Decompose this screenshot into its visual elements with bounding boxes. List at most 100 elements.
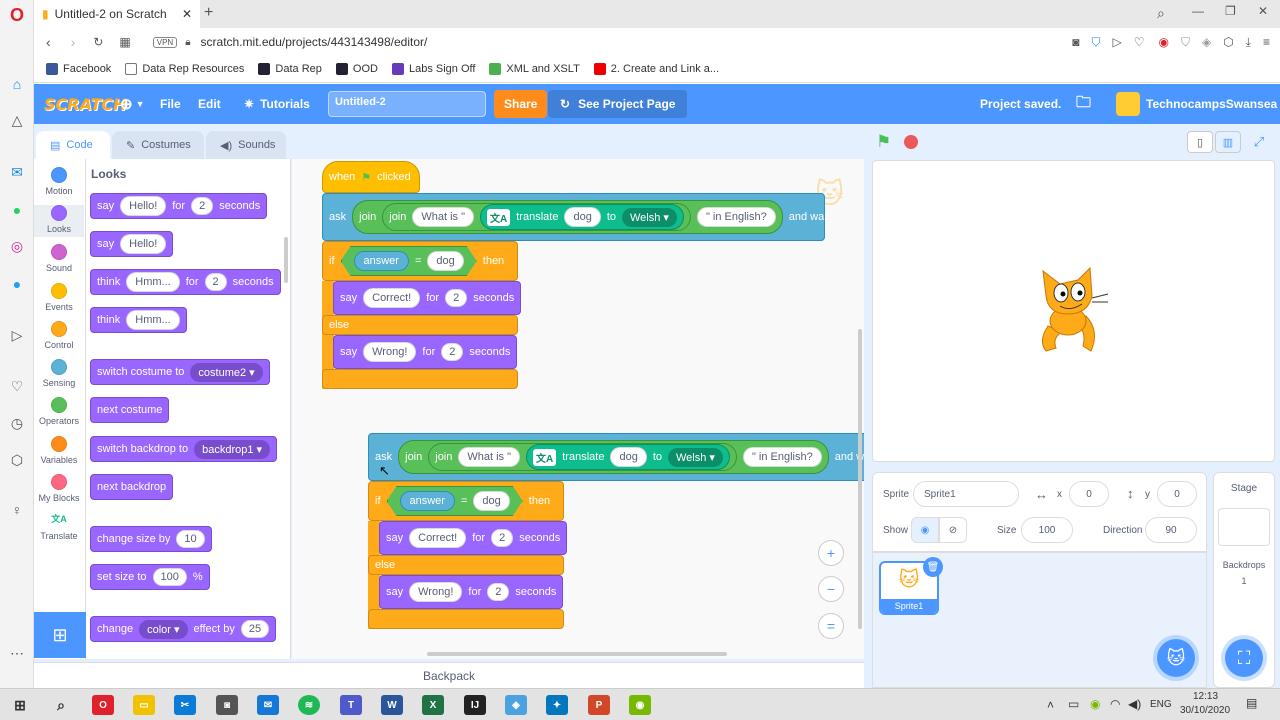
size-change-input[interactable]: 10 xyxy=(176,530,205,548)
box-icon[interactable]: ⬡ xyxy=(1223,35,1233,49)
see-project-button[interactable]: ↻ See Project Page xyxy=(548,90,688,118)
size-input[interactable]: 100 xyxy=(152,568,187,586)
stage-canvas[interactable] xyxy=(872,160,1275,462)
maximize-icon[interactable]: ❐ xyxy=(1225,4,1236,18)
palette-scrollbar[interactable] xyxy=(284,237,288,283)
add-sprite-button[interactable]: 🐱︎ xyxy=(1157,639,1195,677)
heart-icon[interactable]: ♡ xyxy=(1134,35,1145,49)
say-correct-block[interactable]: say Correct! for 2 seconds xyxy=(333,281,522,315)
url-field[interactable]: scratch.mit.edu/projects/443143498/edito… xyxy=(201,35,428,49)
vertical-scrollbar[interactable] xyxy=(858,329,862,629)
join-text-input[interactable]: What is " xyxy=(412,207,475,227)
secs-input[interactable]: 2 xyxy=(191,197,214,215)
wifi-icon[interactable]: ◠ xyxy=(1110,697,1120,711)
zoom-reset-icon[interactable]: = xyxy=(818,613,844,639)
clock-time[interactable]: 12:13 xyxy=(1193,691,1218,702)
camera-app-icon[interactable]: ◙ xyxy=(216,695,238,715)
translate-block[interactable]: 文A translate dog to Welsh ▾ xyxy=(480,204,684,230)
whatsapp-icon[interactable]: ● xyxy=(7,200,27,220)
language-menu[interactable]: ⊕ ▼ xyxy=(120,84,145,124)
answer-reporter[interactable]: answer xyxy=(354,251,409,271)
bookmark-data-rep[interactable]: Data Rep xyxy=(258,63,322,75)
think-for-block[interactable]: think Hmm... for 2 seconds xyxy=(90,269,281,295)
join-inner[interactable]: join What is " 文A translate dog to Welsh… xyxy=(428,443,737,471)
zoom-in-icon[interactable]: + xyxy=(818,540,844,566)
intellij-icon[interactable]: IJ xyxy=(464,695,486,715)
say-text-input[interactable]: Hello! xyxy=(120,234,167,254)
say-for-block[interactable]: say Hello! for 2 seconds xyxy=(90,193,268,219)
horizontal-scrollbar[interactable] xyxy=(427,652,727,656)
effect-dropdown[interactable]: color ▾ xyxy=(139,619,188,639)
say-text-input[interactable]: Wrong! xyxy=(363,342,417,362)
vpn-badge[interactable]: VPN xyxy=(152,36,178,48)
category-variables[interactable]: Variables xyxy=(34,436,84,465)
fullscreen-icon[interactable]: ⤢ xyxy=(1248,131,1270,153)
translate-word-input[interactable]: dog xyxy=(564,207,601,227)
say-text-input[interactable]: Hello! xyxy=(120,196,167,216)
if-header[interactable]: if answer = dog then xyxy=(322,241,518,281)
menu-icon[interactable]: ≡ xyxy=(1263,35,1270,49)
switch-costume-block[interactable]: switch costume to costume2 ▾ xyxy=(90,359,270,385)
change-effect-block[interactable]: change color ▾ effect by 25 xyxy=(90,616,277,642)
join-outer[interactable]: join join What is " 文A translate dog to … xyxy=(398,440,829,474)
join-text-input[interactable]: " in English? xyxy=(742,447,822,467)
tab-active[interactable]: ▮ Untitled-2 on Scratch ✕ xyxy=(34,0,200,28)
scratch-logo[interactable]: SCRATCH xyxy=(44,84,126,124)
volume-icon[interactable]: ◀) xyxy=(1128,697,1141,711)
green-flag-icon[interactable]: ⚑ xyxy=(876,132,891,152)
join-text-input[interactable]: " in English? xyxy=(696,207,776,227)
translate-block[interactable]: 文A translate dog to Welsh ▾ xyxy=(526,444,730,470)
opera-logo-icon[interactable]: O xyxy=(7,5,27,25)
language-dropdown[interactable]: Welsh ▾ xyxy=(622,207,677,227)
large-stage-icon[interactable]: ▥ xyxy=(1215,131,1241,153)
adblock-icon[interactable]: ⛉ xyxy=(1181,35,1190,50)
direction-input[interactable]: 90 xyxy=(1145,517,1197,543)
tab-code[interactable]: ▤ Code xyxy=(36,131,110,159)
say-block[interactable]: say Hello! xyxy=(90,231,174,257)
category-sensing[interactable]: Sensing xyxy=(34,359,84,388)
battery-icon[interactable]: ▭ xyxy=(1068,697,1079,711)
mail-icon[interactable]: ✉ xyxy=(257,695,279,715)
close-window-icon[interactable]: ✕ xyxy=(1258,4,1268,18)
if-else-block[interactable]: if answer = dog then say Correct! for 2 second… xyxy=(322,241,522,389)
stop-icon[interactable] xyxy=(904,135,918,149)
instagram-icon[interactable]: ◎ xyxy=(7,236,27,256)
y-input[interactable]: 0 xyxy=(1157,481,1197,507)
language-indicator[interactable]: ENG xyxy=(1150,699,1172,710)
category-operators[interactable]: Operators xyxy=(34,397,84,426)
cube-icon[interactable]: ⬡ xyxy=(7,450,27,470)
windows-start-icon[interactable]: ⊞ xyxy=(9,695,31,715)
excel-icon[interactable]: X xyxy=(422,695,444,715)
effect-input[interactable]: 25 xyxy=(240,620,270,638)
powerpoint-icon[interactable]: P xyxy=(588,695,610,715)
reload-icon[interactable]: ↻ xyxy=(93,35,103,49)
account-menu[interactable]: TechnocampsSwansea▼ xyxy=(1116,84,1280,124)
more-icon[interactable]: ⋯ xyxy=(7,643,27,663)
say-correct-block[interactable]: say Correct! for 2 seconds xyxy=(379,521,568,555)
secs-input[interactable]: 2 xyxy=(491,529,514,547)
tray-chevron-icon[interactable]: ˄ xyxy=(1047,698,1054,712)
next-costume-block[interactable]: next costume xyxy=(90,397,170,423)
x-input[interactable]: 0 xyxy=(1069,481,1109,507)
backpack-bar[interactable]: Backpack xyxy=(34,662,864,688)
equals-block[interactable]: answer = dog xyxy=(341,246,477,276)
tutorials-button[interactable]: ✷ Tutorials xyxy=(244,84,310,124)
bulb-icon[interactable]: ♀ xyxy=(7,500,27,520)
spotify-icon[interactable]: ≋ xyxy=(298,695,320,715)
if-header[interactable]: if answer = dog then xyxy=(368,481,564,521)
think-text-input[interactable]: Hmm... xyxy=(126,310,180,330)
ask-and-wait-block[interactable]: ask join join What is " 文A translate dog… xyxy=(368,433,864,481)
say-text-input[interactable]: Correct! xyxy=(409,528,467,548)
bookmark-facebook[interactable]: Facebook xyxy=(46,63,111,75)
category-control[interactable]: Control xyxy=(34,321,84,350)
equals-block[interactable]: answer = dog xyxy=(387,486,523,516)
change-size-block[interactable]: change size by 10 xyxy=(90,526,212,552)
search-icon[interactable]: ⌕ xyxy=(50,695,72,715)
category-sound[interactable]: Sound xyxy=(34,244,84,273)
script-area[interactable]: 🐱︎ when ⚑ clicked ask join join What is " … xyxy=(292,159,864,659)
join-inner[interactable]: join What is " 文A translate dog to Welsh… xyxy=(382,203,691,231)
shield-icon[interactable]: ⛉ xyxy=(1091,35,1100,50)
forward-icon[interactable]: › xyxy=(71,34,76,50)
backdrop-thumbnail[interactable] xyxy=(1218,508,1270,546)
send-icon[interactable]: ▷ xyxy=(7,325,27,345)
